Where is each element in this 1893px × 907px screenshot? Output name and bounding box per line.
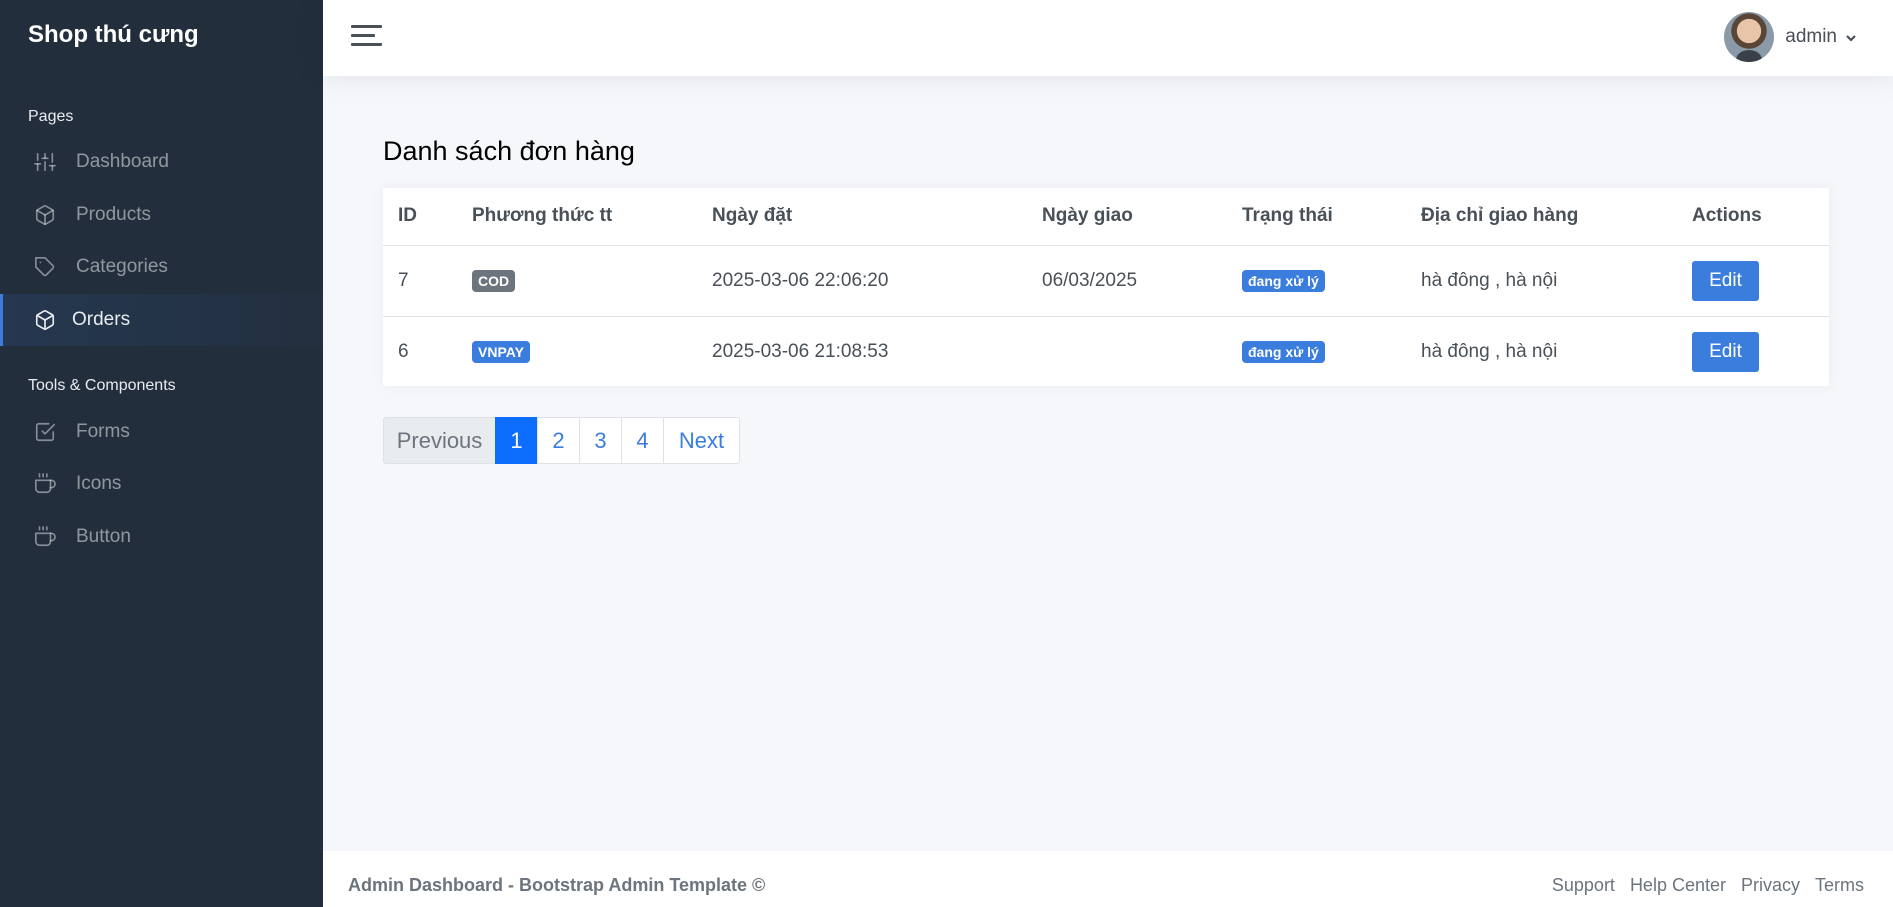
edit-button[interactable]: Edit xyxy=(1692,260,1759,301)
column-header-address: Địa chỉ giao hàng xyxy=(1406,188,1677,246)
chevron-down-icon xyxy=(1845,31,1857,43)
orders-table: ID Phương thức tt Ngày đặt Ngày giao Trạ… xyxy=(383,188,1829,387)
footer: Admin Dashboard - Bootstrap Admin Templa… xyxy=(323,851,1893,907)
sidebar: Shop thú cưng Pages Dashboard Products C… xyxy=(0,0,323,907)
check-square-icon xyxy=(34,421,56,443)
tag-icon xyxy=(34,256,56,278)
footer-link-terms[interactable]: Terms xyxy=(1815,875,1864,896)
sidebar-item-label: Icons xyxy=(76,473,122,494)
box-icon xyxy=(34,309,56,331)
sidebar-item-label: Dashboard xyxy=(76,151,169,172)
status-badge: đang xử lý xyxy=(1242,269,1325,292)
sidebar-item-label: Products xyxy=(76,204,151,225)
table-header-row: ID Phương thức tt Ngày đặt Ngày giao Trạ… xyxy=(383,188,1829,246)
column-header-status: Trạng thái xyxy=(1227,188,1406,246)
coffee-icon xyxy=(34,526,56,548)
brand-logo-text[interactable]: Shop thú cưng xyxy=(28,21,199,49)
footer-link-privacy[interactable]: Privacy xyxy=(1741,875,1800,896)
avatar[interactable] xyxy=(1724,12,1775,62)
cell-delivery-date: 06/03/2025 xyxy=(1027,245,1227,317)
sidebar-header-tools: Tools & Components xyxy=(28,377,176,394)
cell-id: 7 xyxy=(383,245,457,317)
column-header-order-date: Ngày đặt xyxy=(697,188,1027,246)
pagination: Previous 1 2 3 4 Next xyxy=(383,417,740,464)
footer-links: Support Help Center Privacy Terms xyxy=(1552,875,1864,896)
footer-link-support[interactable]: Support xyxy=(1552,875,1615,896)
coffee-icon xyxy=(34,473,56,495)
footer-copyright: Admin Dashboard - Bootstrap Admin Templa… xyxy=(348,875,766,895)
cell-order-date: 2025-03-06 22:06:20 xyxy=(697,245,1027,317)
pagination-page-3[interactable]: 3 xyxy=(579,417,622,464)
pagination-page-4[interactable]: 4 xyxy=(621,417,664,464)
sidebar-item-forms[interactable]: Forms xyxy=(0,406,323,458)
edit-button[interactable]: Edit xyxy=(1692,331,1759,372)
sidebar-header-pages: Pages xyxy=(28,108,74,125)
sidebar-item-icons[interactable]: Icons xyxy=(0,458,323,510)
pagination-page-1[interactable]: 1 xyxy=(495,417,538,464)
sidebar-item-label: Forms xyxy=(76,421,130,442)
footer-link-help-center[interactable]: Help Center xyxy=(1630,875,1726,896)
box-icon xyxy=(34,204,56,226)
sidebar-item-orders[interactable]: Orders xyxy=(0,294,323,346)
column-header-delivery-date: Ngày giao xyxy=(1027,188,1227,246)
payment-badge: VNPAY xyxy=(472,340,530,363)
pagination-next[interactable]: Next xyxy=(663,417,740,464)
sidebar-item-button[interactable]: Button xyxy=(0,511,323,563)
sidebar-item-categories[interactable]: Categories xyxy=(0,241,323,293)
table-row: 7 COD 2025-03-06 22:06:20 06/03/2025 đan… xyxy=(383,245,1829,317)
sidebar-item-label: Orders xyxy=(72,309,131,330)
column-header-actions: Actions xyxy=(1677,188,1829,246)
column-header-payment: Phương thức tt xyxy=(457,188,697,246)
status-badge: đang xử lý xyxy=(1242,340,1325,363)
sidebar-item-label: Button xyxy=(76,526,131,547)
orders-table-card: ID Phương thức tt Ngày đặt Ngày giao Trạ… xyxy=(383,188,1829,386)
column-header-id: ID xyxy=(383,188,457,246)
cell-address: hà đông , hà nội xyxy=(1406,245,1677,317)
cell-address: hà đông , hà nội xyxy=(1421,340,1558,362)
sidebar-item-label: Categories xyxy=(76,256,168,277)
cell-id: 6 xyxy=(398,340,409,362)
pagination-previous[interactable]: Previous xyxy=(383,417,496,464)
cell-delivery-date xyxy=(1027,316,1227,387)
sidebar-toggle-icon[interactable] xyxy=(351,22,383,50)
table-row: 6 VNPAY 2025-03-06 21:08:53 đang xử lý h… xyxy=(383,316,1829,387)
sidebar-item-products[interactable]: Products xyxy=(0,189,323,241)
page-title: Danh sách đơn hàng xyxy=(383,136,635,166)
user-menu-dropdown[interactable]: admin xyxy=(1724,12,1857,62)
payment-badge: COD xyxy=(472,269,516,292)
sidebar-item-dashboard[interactable]: Dashboard xyxy=(0,136,323,188)
cell-order-date: 2025-03-06 21:08:53 xyxy=(712,340,889,362)
pagination-page-2[interactable]: 2 xyxy=(537,417,580,464)
user-name: admin xyxy=(1785,26,1837,47)
sliders-icon xyxy=(34,151,56,173)
top-navbar: admin xyxy=(323,0,1893,76)
